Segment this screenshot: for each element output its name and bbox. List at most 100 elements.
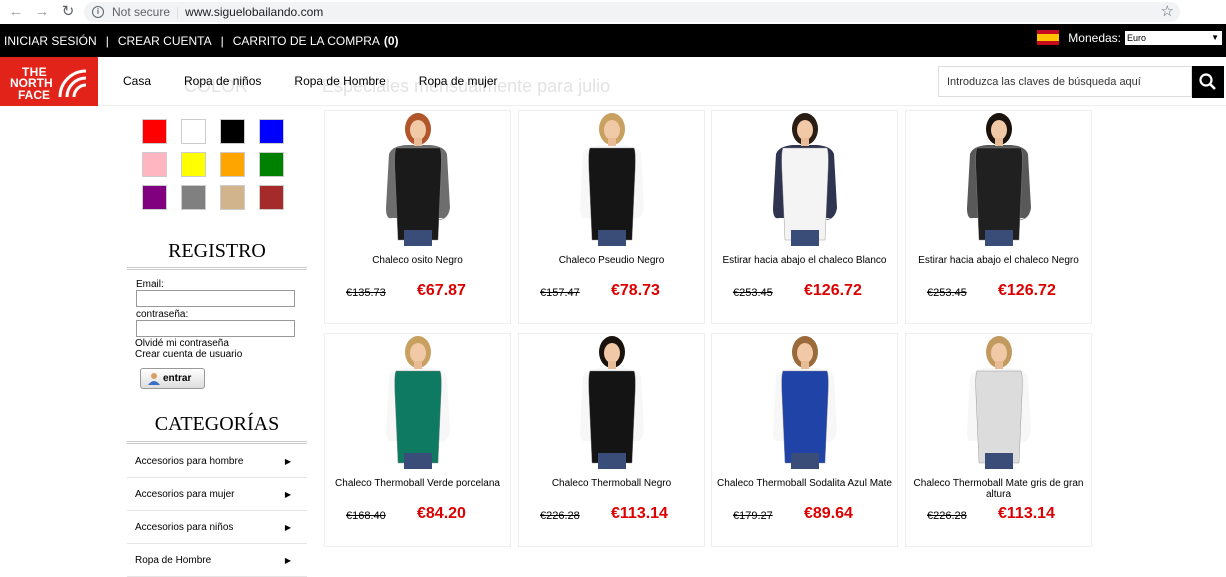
product-card[interactable]: Chaleco Thermoball Mate gris de gran alt… (905, 333, 1092, 547)
chevron-right-icon: ▶ (284, 457, 291, 466)
product-image[interactable] (326, 335, 509, 469)
color-swatch[interactable] (259, 152, 284, 177)
spain-flag-icon[interactable] (1037, 30, 1060, 45)
divider: | (220, 33, 224, 48)
color-swatch[interactable] (181, 152, 206, 177)
product-image[interactable] (713, 335, 896, 469)
search-icon (1199, 73, 1216, 90)
product-name[interactable]: Chaleco osito Negro (329, 255, 506, 266)
category-item[interactable]: Accesorios para mujer ▶ (127, 478, 307, 511)
color-swatch[interactable] (220, 185, 245, 210)
dropdown-arrow-icon: ▼ (1211, 32, 1219, 42)
login-link[interactable]: INICIAR SESIÓN (4, 34, 97, 48)
product-name[interactable]: Chaleco Thermoball Mate gris de gran alt… (910, 478, 1087, 500)
nav-item-women[interactable]: Ropa de mujer (419, 74, 498, 88)
url-text[interactable]: www.siguelobailando.com (185, 5, 323, 19)
divider: | (105, 33, 109, 48)
product-card[interactable]: Chaleco Thermoball Verde porcelana €168.4… (324, 333, 511, 547)
category-label: Accesorios para hombre (135, 456, 244, 467)
security-label: Not secure (112, 5, 171, 19)
chevron-right-icon: ▶ (284, 556, 291, 565)
create-account-link[interactable]: CREAR CUENTA (118, 34, 212, 48)
sale-price: €126.72 (998, 282, 1056, 299)
product-name[interactable]: Chaleco Thermoball Negro (523, 478, 700, 489)
product-image[interactable] (520, 112, 703, 246)
logo-arcs-icon (58, 69, 87, 97)
categories-title: CATEGORÍAS (154, 413, 280, 435)
original-price: €157.47 (540, 287, 580, 299)
chevron-right-icon: ▶ (284, 490, 291, 499)
sale-price: €78.73 (611, 282, 660, 299)
product-image[interactable] (520, 335, 703, 469)
product-card[interactable]: Chaleco Thermoball Sodalita Azul Mate €17… (711, 333, 898, 547)
search-input[interactable]: Introduzca las claves de búsqueda aquí (938, 66, 1192, 97)
color-swatch[interactable] (142, 119, 167, 144)
category-item[interactable]: Accesorios para hombre ▶ (127, 445, 307, 478)
sale-price: €113.14 (998, 505, 1055, 522)
sale-price: €67.87 (417, 282, 466, 299)
original-price: €179.27 (733, 510, 773, 522)
north-face-logo[interactable]: THE NORTH FACE (0, 56, 98, 106)
product-image[interactable] (326, 112, 509, 246)
login-button[interactable]: entrar (140, 368, 205, 389)
product-card[interactable]: Chaleco Thermoball Negro €226.28 €113.14 (518, 333, 705, 547)
product-name[interactable]: Estirar hacia abajo el chaleco Negro (910, 255, 1087, 266)
category-item[interactable]: Accesorios para niños ▶ (127, 511, 307, 544)
chevron-right-icon: ▶ (284, 523, 291, 532)
nav-item-men[interactable]: Ropa de Hombre (294, 74, 385, 88)
divider (127, 441, 307, 444)
color-swatch[interactable] (259, 119, 284, 144)
site-header: THE NORTH FACE COLOR Especiales mensualm… (0, 56, 1226, 106)
color-swatch[interactable] (220, 119, 245, 144)
reload-icon[interactable]: ↻ (58, 2, 78, 22)
color-swatch[interactable] (181, 185, 206, 210)
login-button-label: entrar (163, 373, 192, 384)
forward-icon[interactable]: → (32, 2, 52, 22)
logo-text: FACE (18, 87, 51, 102)
cart-link[interactable]: CARRITO DE LA COMPRA (233, 34, 380, 48)
back-icon[interactable]: ← (6, 2, 26, 22)
category-item[interactable]: Ropa de Hombre ▶ (127, 544, 307, 577)
product-image[interactable] (907, 335, 1090, 469)
email-field[interactable] (136, 290, 295, 307)
product-image[interactable] (713, 112, 896, 246)
address-bar[interactable]: i Not secure | www.siguelobailando.com (84, 2, 1180, 22)
color-swatch[interactable] (181, 119, 206, 144)
nav-item-home[interactable]: Casa (123, 74, 151, 88)
product-card[interactable]: Estirar hacia abajo el chaleco Negro €253… (905, 110, 1092, 324)
forgot-password-link[interactable]: Olvidé mi contraseña (135, 338, 229, 349)
sale-price: €113.14 (611, 505, 668, 522)
color-swatch[interactable] (220, 152, 245, 177)
color-swatch[interactable] (259, 185, 284, 210)
email-label: Email: (136, 279, 164, 290)
original-price: €135.73 (346, 287, 386, 299)
currency-selector-area: Monedas: Euro ▼ (1037, 30, 1222, 45)
search-button[interactable] (1192, 66, 1224, 98)
user-icon (148, 373, 160, 385)
product-name[interactable]: Chaleco Thermoball Sodalita Azul Mate (716, 478, 893, 489)
original-price: €253.45 (927, 287, 967, 299)
nav-item-kids[interactable]: Ropa de niños (184, 74, 261, 88)
create-user-link[interactable]: Crear cuenta de usuario (135, 349, 242, 360)
product-name[interactable]: Chaleco Thermoball Verde porcelana (329, 478, 506, 489)
product-card[interactable]: Estirar hacia abajo el chaleco Blanco €25… (711, 110, 898, 324)
category-label: Ropa de Hombre (135, 555, 212, 566)
sale-price: €126.72 (804, 282, 862, 299)
original-price: €168.40 (346, 510, 386, 522)
original-price: €253.45 (733, 287, 773, 299)
product-card[interactable]: Chaleco Pseudio Negro €157.47 €78.73 (518, 110, 705, 324)
bookmark-star-icon[interactable]: ☆ (1161, 2, 1174, 20)
product-name[interactable]: Chaleco Pseudio Negro (523, 255, 700, 266)
password-field[interactable] (136, 320, 295, 337)
browser-toolbar: ← → ↻ i Not secure | www.siguelobailando… (0, 0, 1226, 24)
color-swatch[interactable] (142, 152, 167, 177)
product-card[interactable]: Chaleco osito Negro €135.73 €67.87 (324, 110, 511, 324)
color-swatch[interactable] (142, 185, 167, 210)
product-name[interactable]: Estirar hacia abajo el chaleco Blanco (716, 255, 893, 266)
currency-select[interactable]: Euro ▼ (1125, 30, 1222, 45)
currency-value: Euro (1127, 32, 1147, 43)
info-icon[interactable]: i (92, 6, 104, 18)
divider (127, 267, 307, 270)
product-image[interactable] (907, 112, 1090, 246)
address-separator: | (176, 5, 180, 19)
